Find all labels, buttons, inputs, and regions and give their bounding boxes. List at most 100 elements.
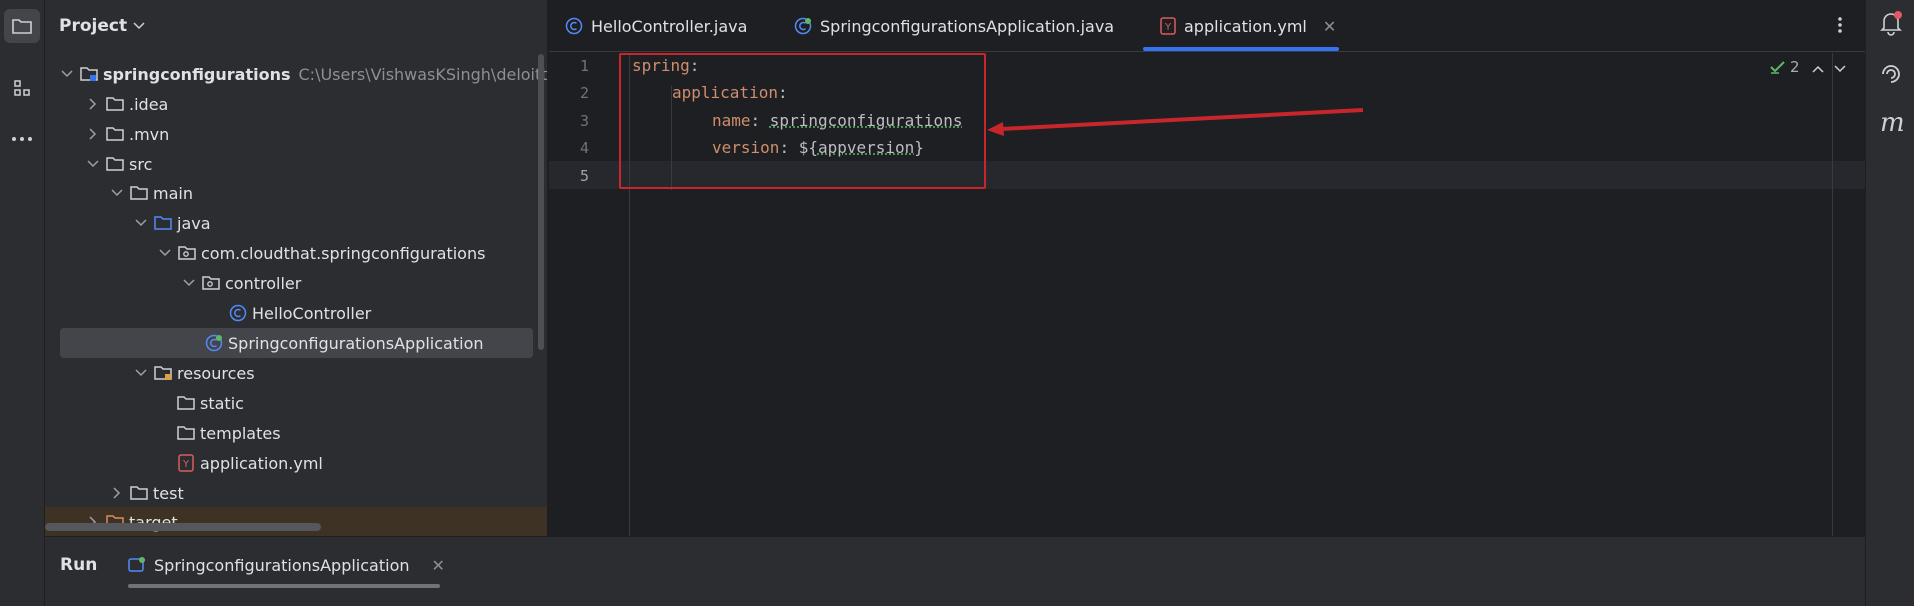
- tree-item-label: .idea: [129, 94, 169, 114]
- folder-icon: [105, 94, 125, 114]
- previous-problem-button[interactable]: [1812, 58, 1824, 77]
- tree-item-label: main: [153, 183, 193, 203]
- close-icon[interactable]: ✕: [1323, 17, 1336, 36]
- tree-item-label: static: [200, 393, 244, 413]
- editor-tab-bar: HelloController.java Springconfiguration…: [549, 0, 1865, 52]
- line-number: 3: [579, 112, 589, 130]
- line-number: 4: [579, 139, 589, 157]
- chevron-down-icon[interactable]: [133, 215, 149, 231]
- close-icon[interactable]: ✕: [432, 556, 445, 575]
- chevron-right-icon[interactable]: [85, 96, 101, 112]
- active-tab-indicator: [1143, 47, 1339, 51]
- tree-item-springconfigurations[interactable]: springconfigurations C:\Users\VishwasKSi…: [45, 59, 548, 89]
- tab-application-yml[interactable]: Y application.yml ✕: [1160, 0, 1336, 52]
- chevron-down-icon: [1834, 65, 1846, 73]
- tree-item-controller[interactable]: controller: [45, 268, 547, 298]
- tree-item-application-yml[interactable]: Y application.yml: [45, 448, 547, 478]
- tree-item-src[interactable]: src: [45, 149, 547, 179]
- tab-label: HelloController.java: [591, 16, 748, 36]
- project-vertical-scrollbar[interactable]: [538, 54, 544, 350]
- project-panel: Project springconfigurations C:\Users\Vi…: [45, 0, 548, 536]
- tab-springconfigurationsapplication[interactable]: SpringconfigurationsApplication.java: [794, 0, 1114, 52]
- chevron-down-icon[interactable]: [59, 66, 75, 82]
- tree-item-resources[interactable]: resources: [45, 358, 547, 388]
- folder-icon: [12, 19, 32, 34]
- svg-text:Y: Y: [182, 459, 190, 470]
- tab-label: application.yml: [1184, 16, 1307, 36]
- tree-item-mvn[interactable]: .mvn: [45, 119, 547, 149]
- folder-icon: [105, 154, 125, 174]
- tree-item-label: test: [153, 483, 184, 503]
- package-icon: [201, 273, 221, 293]
- folder-icon: [129, 483, 149, 503]
- tree-item-static[interactable]: static: [45, 388, 547, 418]
- tree-item-idea[interactable]: .idea: [45, 89, 547, 119]
- project-tool-button[interactable]: [4, 9, 40, 43]
- tree-item-label: resources: [177, 363, 255, 383]
- tree-item-label: src: [129, 154, 153, 174]
- maven-button[interactable]: m: [1880, 108, 1905, 138]
- svg-text:Y: Y: [1164, 22, 1172, 33]
- chevron-down-icon[interactable]: [181, 275, 197, 291]
- class-icon: [228, 303, 248, 323]
- tab-label: SpringconfigurationsApplication.java: [820, 16, 1115, 36]
- annotation-highlight-box: [619, 53, 986, 189]
- folder-icon: [176, 393, 196, 413]
- yaml-file-icon: Y: [1160, 17, 1176, 35]
- tree-item-springconfigurationsapplication[interactable]: SpringconfigurationsApplication: [60, 328, 533, 358]
- class-icon: [565, 17, 583, 35]
- tree-item-label: SpringconfigurationsApplication: [228, 333, 484, 353]
- check-icon: [1770, 61, 1785, 74]
- notifications-button[interactable]: [1879, 10, 1903, 40]
- line-number: 5: [579, 167, 589, 185]
- tree-item-templates[interactable]: templates: [45, 418, 547, 448]
- line-number: 2: [579, 84, 589, 102]
- tree-item-java[interactable]: java: [45, 208, 547, 238]
- tree-item-label: controller: [225, 273, 302, 293]
- yaml-file-icon: Y: [176, 453, 196, 473]
- chevron-right-icon[interactable]: [85, 126, 101, 142]
- inspection-widget[interactable]: 2: [1770, 58, 1800, 76]
- tree-item-hellocontroller[interactable]: HelloController: [45, 298, 547, 328]
- tree-item-test[interactable]: test: [45, 478, 547, 508]
- tree-item-label: java: [177, 213, 211, 233]
- run-tab-label: SpringconfigurationsApplication: [154, 555, 410, 575]
- spring-class-icon: [794, 17, 812, 35]
- tree-item-package[interactable]: com.cloudthat.springconfigurations: [45, 238, 547, 268]
- bell-icon: [1880, 11, 1902, 36]
- next-problem-button[interactable]: [1834, 58, 1846, 77]
- run-panel-title: Run: [60, 555, 98, 575]
- tree-item-main[interactable]: main: [45, 178, 547, 208]
- tree-item-target[interactable]: target: [45, 507, 547, 536]
- chevron-right-icon[interactable]: [109, 485, 125, 501]
- project-path: C:\Users\VishwasKSingh\deloitt: [298, 64, 548, 84]
- project-panel-header[interactable]: Project: [59, 14, 145, 38]
- project-panel-title: Project: [59, 16, 128, 36]
- more-icon: [12, 137, 32, 141]
- run-configuration-tab[interactable]: SpringconfigurationsApplication ✕: [128, 545, 445, 585]
- right-tool-window-bar: m: [1865, 0, 1914, 606]
- tree-item-label: templates: [200, 423, 281, 443]
- project-horizontal-scrollbar[interactable]: [45, 523, 321, 531]
- source-folder-icon: [153, 213, 173, 233]
- chevron-up-icon: [1812, 65, 1824, 73]
- chevron-down-icon: [133, 22, 145, 30]
- resources-folder-icon: [153, 363, 173, 383]
- chevron-down-icon[interactable]: [133, 365, 149, 381]
- kebab-menu-icon: [1838, 17, 1842, 33]
- maven-icon: m: [1880, 108, 1905, 138]
- chevron-down-icon[interactable]: [85, 156, 101, 172]
- module-folder-icon: [79, 64, 99, 84]
- chevron-down-icon[interactable]: [109, 185, 125, 201]
- structure-tool-button[interactable]: [4, 71, 40, 105]
- left-tool-window-bar: [0, 0, 45, 606]
- annotation-arrow: [987, 108, 1364, 136]
- ai-assistant-icon: [1882, 65, 1900, 83]
- tree-item-label: springconfigurations: [103, 64, 291, 84]
- more-tools-button[interactable]: [4, 122, 40, 156]
- ai-assistant-button[interactable]: [1879, 62, 1903, 90]
- tab-hellocontroller[interactable]: HelloController.java: [565, 0, 747, 52]
- chevron-down-icon[interactable]: [157, 245, 173, 261]
- tab-actions-button[interactable]: [1830, 13, 1850, 37]
- tree-item-label: HelloController: [252, 303, 372, 323]
